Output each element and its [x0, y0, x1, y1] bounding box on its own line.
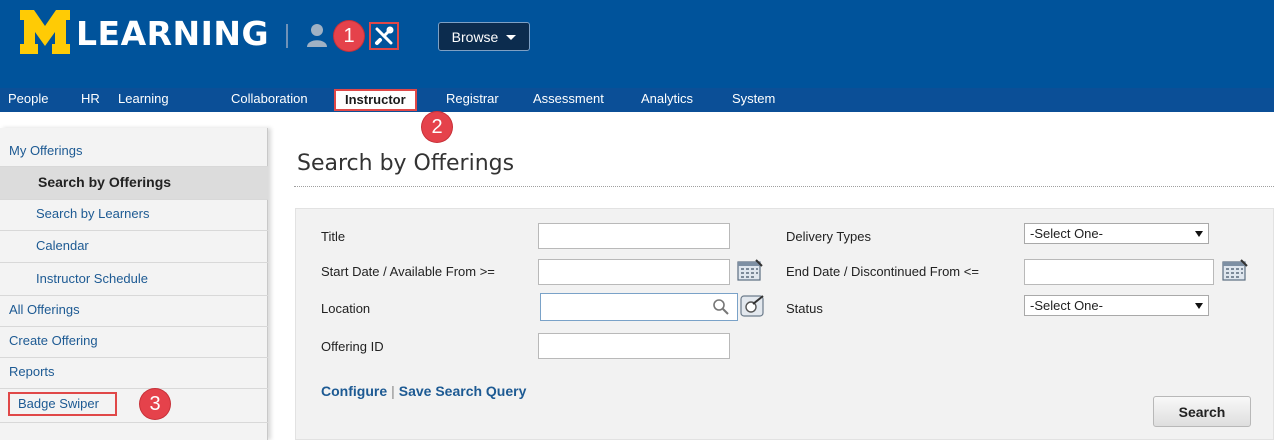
top-banner: LEARNING Browse: [0, 0, 1274, 88]
nav-item-registrar[interactable]: Registrar: [446, 88, 499, 112]
sidebar: My Offerings Search by Offerings Search …: [0, 128, 268, 440]
tools-button[interactable]: [369, 22, 399, 50]
callout-badge-2: 2: [422, 112, 452, 142]
location-label: Location: [321, 301, 371, 316]
end-date-label: End Date / Discontinued From <=: [786, 264, 979, 279]
nav-item-analytics[interactable]: Analytics: [641, 88, 693, 112]
nav-item-people[interactable]: People: [8, 88, 48, 112]
nav-item-instructor[interactable]: Instructor: [334, 89, 417, 111]
nav-item-system[interactable]: System: [732, 88, 775, 112]
end-date-input[interactable]: [1024, 259, 1214, 285]
sidebar-item-my-offerings[interactable]: My Offerings: [0, 140, 268, 167]
caret-down-icon: [1195, 302, 1203, 309]
status-label: Status: [786, 301, 823, 316]
configure-link[interactable]: Configure: [321, 383, 387, 399]
calendar-icon[interactable]: [1221, 258, 1249, 282]
search-button[interactable]: Search: [1153, 396, 1251, 427]
nav-item-hr[interactable]: HR: [81, 88, 100, 112]
location-input[interactable]: [541, 294, 711, 320]
page-title: Search by Offerings: [297, 151, 515, 176]
save-search-query-link[interactable]: Save Search Query: [399, 383, 527, 399]
status-select[interactable]: -Select One-: [1024, 295, 1209, 316]
browse-dropdown[interactable]: Browse: [438, 22, 530, 51]
callout-badge-3: 3: [140, 389, 170, 419]
tools-icon: [375, 26, 394, 45]
caret-down-icon: [1195, 230, 1203, 237]
sidebar-item-search-by-offerings[interactable]: Search by Offerings: [0, 167, 268, 200]
delivery-types-label: Delivery Types: [786, 229, 872, 244]
start-date-label: Start Date / Available From >=: [321, 264, 495, 279]
sidebar-item-create-offering[interactable]: Create Offering: [0, 327, 268, 358]
nav-item-learning[interactable]: Learning: [118, 88, 169, 112]
offering-id-label: Offering ID: [321, 339, 384, 354]
nav-item-collaboration[interactable]: Collaboration: [231, 88, 308, 112]
main-nav: People HR Learning Collaboration Instruc…: [0, 88, 1274, 112]
sidebar-item-badge-swiper[interactable]: Badge Swiper: [0, 389, 268, 423]
title-input[interactable]: [538, 223, 730, 249]
logo-divider: [286, 24, 288, 48]
logo-text: LEARNING: [76, 14, 270, 53]
sidebar-item-all-offerings[interactable]: All Offerings: [0, 296, 268, 327]
offering-id-input[interactable]: [538, 333, 730, 359]
sidebar-item-calendar[interactable]: Calendar: [0, 231, 268, 263]
user-icon[interactable]: [306, 22, 328, 48]
calendar-icon[interactable]: [736, 258, 764, 282]
title-label: Title: [321, 229, 346, 244]
callout-badge-1: 1: [334, 21, 364, 51]
location-picker-icon[interactable]: [740, 294, 766, 318]
university-m-logo: [20, 10, 70, 54]
start-date-input[interactable]: [538, 259, 730, 285]
link-separator: |: [391, 383, 395, 399]
status-value: -Select One-: [1030, 298, 1103, 313]
delivery-types-select[interactable]: -Select One-: [1024, 223, 1209, 244]
nav-item-assessment[interactable]: Assessment: [533, 88, 604, 112]
sidebar-item-reports[interactable]: Reports: [0, 358, 268, 389]
query-links: Configure | Save Search Query: [321, 383, 526, 399]
browse-label: Browse: [451, 28, 499, 45]
title-divider: [294, 186, 1274, 187]
location-field[interactable]: [540, 293, 738, 321]
sidebar-item-search-by-learners[interactable]: Search by Learners: [0, 200, 268, 231]
caret-down-icon: [506, 35, 517, 40]
delivery-types-value: -Select One-: [1030, 226, 1103, 241]
sidebar-item-instructor-schedule[interactable]: Instructor Schedule: [0, 263, 268, 296]
sidebar-item-label: Badge Swiper: [8, 392, 117, 416]
search-icon[interactable]: [711, 297, 731, 317]
